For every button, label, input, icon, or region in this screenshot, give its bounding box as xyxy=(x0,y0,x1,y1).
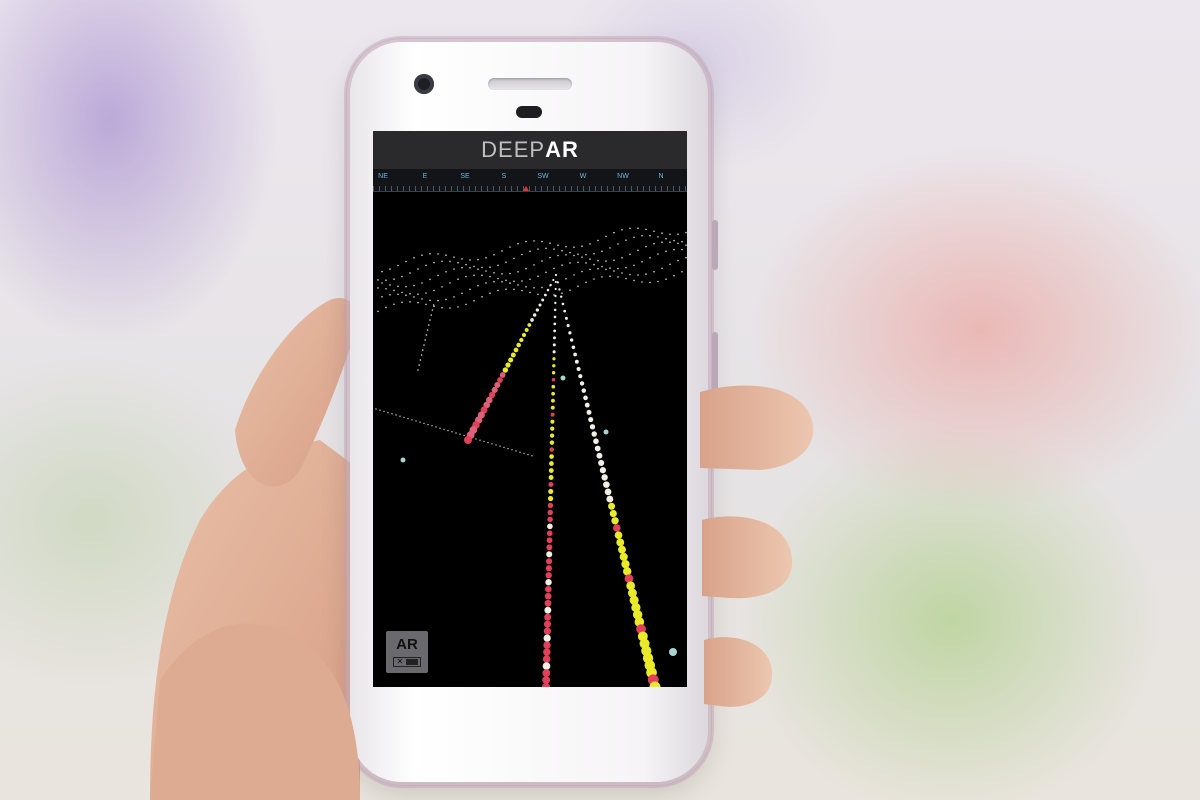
photo-scene: DEEPAR NE E SE S SW W NW N AR ✕ xyxy=(0,0,1200,800)
fingers xyxy=(150,385,814,800)
